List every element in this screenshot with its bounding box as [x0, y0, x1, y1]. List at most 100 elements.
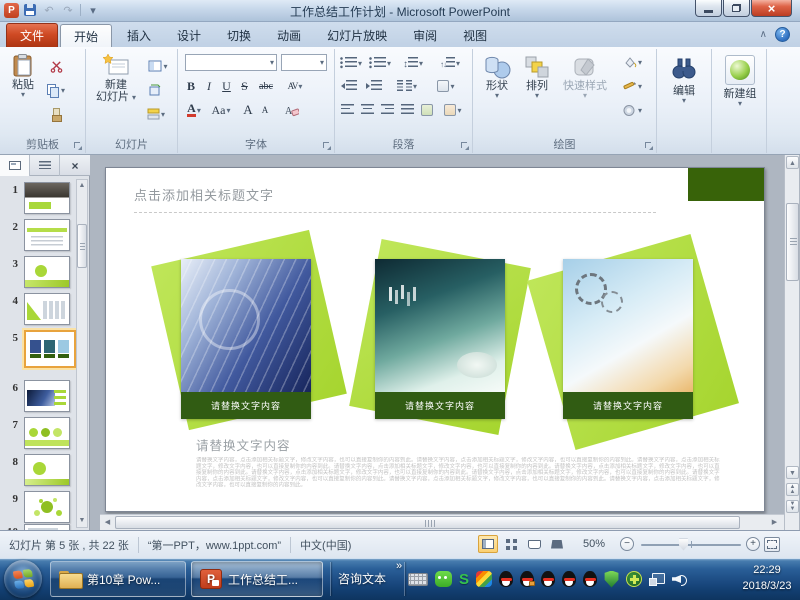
align-left-button[interactable] — [338, 101, 356, 119]
taskbar-window-powerpoint[interactable]: P 工作总结工... — [191, 561, 323, 597]
next-slide-button[interactable]: ▼▼ — [786, 500, 799, 513]
minimize-button[interactable] — [695, 0, 722, 17]
slideshow-view-button[interactable] — [547, 535, 567, 553]
underline-button[interactable]: U — [219, 77, 234, 95]
format-painter-button[interactable] — [46, 105, 66, 123]
panel-scroll-up-button[interactable] — [77, 180, 87, 192]
close-button[interactable] — [751, 0, 792, 17]
slide-thumbnail-5-selected[interactable]: 5 — [0, 330, 76, 368]
body-heading-placeholder[interactable]: 请替换文字内容 — [196, 435, 291, 454]
align-text-button[interactable] — [431, 77, 461, 95]
align-center-button[interactable] — [358, 101, 376, 119]
zoom-slider-track[interactable] — [641, 544, 741, 546]
qq-with-bag-icon[interactable] — [520, 571, 534, 587]
normal-view-button[interactable] — [478, 535, 498, 553]
paragraph-dialog-launcher[interactable] — [460, 141, 469, 150]
qq-icon[interactable] — [499, 571, 513, 587]
tab-animations[interactable]: 动画 — [264, 24, 314, 47]
tab-insert[interactable]: 插入 — [114, 24, 164, 47]
increase-indent-button[interactable] — [363, 77, 385, 95]
zoom-in-button[interactable] — [746, 537, 760, 551]
network-icon[interactable] — [649, 573, 665, 586]
slide-thumbnail-6[interactable]: 6 — [0, 380, 76, 412]
image-card-2[interactable]: 请替换文字内容 — [375, 259, 505, 419]
panel-scroll-down-button[interactable] — [77, 515, 87, 527]
slide-thumbnail-8[interactable]: 8 — [0, 454, 76, 486]
green-corner-rectangle[interactable] — [688, 168, 764, 201]
start-button[interactable] — [4, 560, 42, 598]
copy-button[interactable] — [42, 81, 70, 99]
qq-icon[interactable] — [583, 571, 597, 587]
tab-slides-thumbnails[interactable] — [0, 155, 30, 176]
zoom-slider-thumb[interactable] — [679, 539, 688, 551]
scroll-down-button[interactable] — [786, 466, 799, 479]
image-card-1[interactable]: 请替换文字内容 — [181, 259, 311, 419]
text-direction-button[interactable] — [435, 54, 465, 72]
qq-icon[interactable] — [541, 571, 555, 587]
convert-smartart-button[interactable] — [439, 101, 467, 119]
grow-font-button[interactable]: A — [240, 101, 256, 119]
cut-button[interactable] — [46, 57, 66, 75]
character-spacing-button[interactable]: AV — [280, 77, 310, 95]
horizontal-scrollbar[interactable] — [100, 514, 784, 530]
numbering-button[interactable] — [367, 54, 393, 72]
arrange-button[interactable]: 排列 — [519, 55, 555, 99]
input-method-keyboard-icon[interactable] — [408, 573, 428, 586]
slide-sorter-view-button[interactable] — [501, 535, 521, 553]
tab-transitions[interactable]: 切换 — [214, 24, 264, 47]
quick-styles-button[interactable]: 快速样式 — [559, 55, 611, 99]
bold-button[interactable]: B — [183, 77, 199, 95]
decrease-indent-button[interactable] — [338, 77, 360, 95]
tab-outline[interactable] — [30, 155, 60, 176]
vertical-scrollbar-thumb[interactable] — [786, 203, 799, 281]
clipboard-dialog-launcher[interactable] — [73, 141, 82, 150]
help-button[interactable] — [775, 27, 790, 42]
scroll-left-button[interactable] — [101, 516, 114, 529]
fit-slide-to-window-button[interactable] — [764, 537, 780, 552]
panel-scrollbar[interactable] — [76, 179, 88, 528]
bullets-button[interactable] — [338, 54, 364, 72]
reset-slide-button[interactable] — [144, 81, 164, 99]
distribute-button[interactable] — [418, 101, 436, 119]
slide-thumbnail-3[interactable]: 3 — [0, 256, 76, 288]
rainbow-browser-icon[interactable] — [476, 571, 492, 587]
line-spacing-button[interactable] — [399, 54, 427, 72]
zoom-out-button[interactable] — [620, 537, 634, 551]
qq-icon[interactable] — [562, 571, 576, 587]
strikethrough-button[interactable]: abc — [255, 77, 277, 95]
italic-button[interactable]: I — [202, 77, 216, 95]
previous-slide-button[interactable]: ▲▲ — [786, 483, 799, 496]
align-right-button[interactable] — [378, 101, 396, 119]
justify-button[interactable] — [398, 101, 416, 119]
slide-layout-button[interactable] — [144, 57, 172, 75]
slide-thumbnail-7[interactable]: 7 — [0, 417, 76, 449]
editing-button[interactable]: 编辑 — [665, 57, 703, 104]
section-button[interactable] — [141, 105, 171, 123]
font-name-combobox[interactable] — [185, 54, 277, 71]
wechat-icon[interactable] — [435, 571, 452, 587]
collapse-ribbon-button[interactable] — [760, 29, 767, 40]
caption-bar-2[interactable]: 请替换文字内容 — [375, 392, 505, 419]
paste-button[interactable]: 粘贴 — [6, 53, 40, 98]
change-case-button[interactable]: Aa — [208, 101, 234, 119]
tab-slideshow[interactable]: 幻灯片放映 — [314, 24, 400, 47]
tab-review[interactable]: 审阅 — [400, 24, 450, 47]
tab-file[interactable]: 文件 — [6, 23, 58, 47]
shape-effects-button[interactable] — [615, 101, 649, 119]
slide-canvas[interactable]: 点击添加相关标题文字 请替换文字内容 请替换文字内容 请替换文字内容 请替换文字… — [105, 167, 765, 512]
font-dialog-launcher[interactable] — [322, 141, 331, 150]
clear-formatting-button[interactable]: A — [282, 101, 302, 119]
font-size-combobox[interactable] — [281, 54, 327, 71]
shapes-button[interactable]: 形状 — [479, 55, 515, 99]
drawing-dialog-launcher[interactable] — [644, 141, 653, 150]
new-slide-button[interactable]: 新建 幻灯片 — [94, 53, 138, 103]
font-color-button[interactable]: A — [183, 101, 205, 119]
s-app-icon[interactable]: S — [459, 571, 469, 588]
slide-thumbnail-1[interactable]: 1 — [0, 182, 76, 214]
restore-button[interactable] — [723, 0, 750, 17]
caption-bar-3[interactable]: 请替换文字内容 — [563, 392, 693, 419]
text-shadow-button[interactable]: S — [237, 77, 252, 95]
slide-thumbnail-4[interactable]: 4 — [0, 293, 76, 325]
language-indicator[interactable]: 中文(中国) — [291, 537, 360, 553]
health-coin-icon[interactable] — [626, 571, 642, 587]
